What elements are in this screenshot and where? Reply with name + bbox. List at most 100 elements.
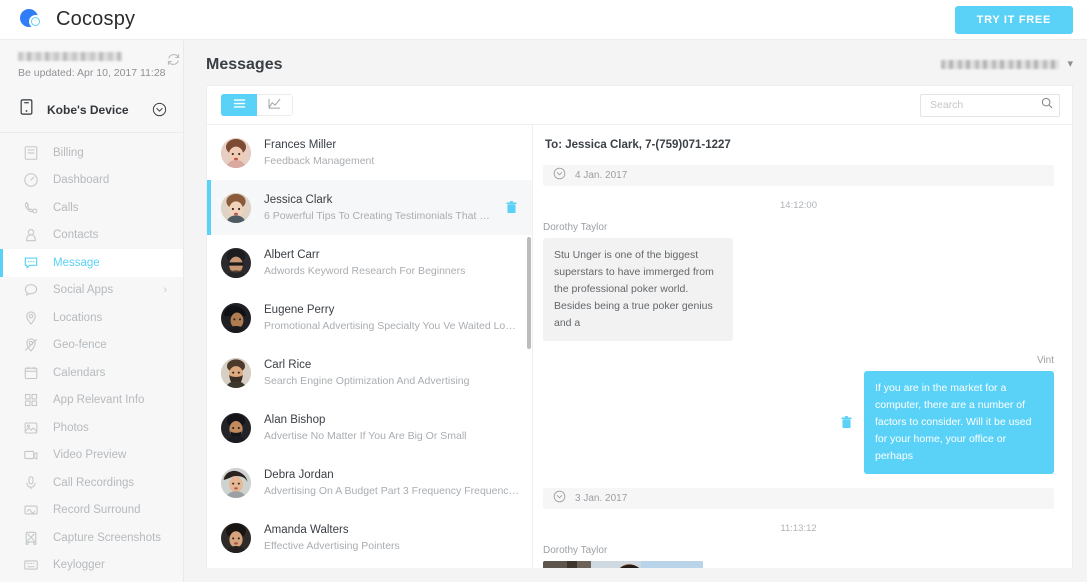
panel-toolbar <box>207 86 1072 124</box>
chevron-right-icon: › <box>163 284 167 297</box>
sidebar-item-calendars[interactable]: Calendars <box>0 359 183 387</box>
avatar <box>221 412 251 443</box>
top-bar: Cocospy TRY IT FREE <box>0 0 1087 40</box>
sidebar-item-message[interactable]: Message <box>0 249 183 277</box>
sidebar-item-locations[interactable]: Locations <box>0 304 183 332</box>
sidebar-item-video-preview[interactable]: Video Preview <box>0 442 183 470</box>
avatar <box>221 357 251 388</box>
thread-snippet: 6 Powerful Tips To Creating Testimonials… <box>264 209 493 222</box>
sidebar-item-geo-fence[interactable]: Geo-fence <box>0 332 183 360</box>
search-box[interactable] <box>920 93 1060 117</box>
list-view-icon <box>233 96 246 114</box>
thread-name: Jessica Clark <box>264 193 333 206</box>
thread-name: Frances Miller <box>264 138 337 151</box>
chevron-down-circle-icon[interactable] <box>553 167 566 185</box>
sidebar-item-keylogger[interactable]: Keylogger <box>0 552 183 580</box>
message-sender: Vint <box>1036 355 1054 366</box>
message-timestamp: 14:12:00 <box>780 200 817 211</box>
sidebar-item-label: Calls <box>53 201 79 214</box>
sidebar-item-label: Dashboard <box>53 174 110 187</box>
sidebar-item-label: Contacts <box>53 229 99 242</box>
thread-snippet: Feedback Management <box>264 154 375 167</box>
table-row[interactable]: Jessica Clark 6 Powerful Tips To Creatin… <box>207 180 532 235</box>
avatar <box>221 522 251 553</box>
message-timestamp: 11:13:12 <box>780 523 817 534</box>
sidebar-item-app-relevant-info[interactable]: App Relevant Info <box>0 387 183 415</box>
message-bubble[interactable]: Stu Unger is one of the biggest supersta… <box>543 238 733 341</box>
table-row[interactable]: Albert Carr Adwords Keyword Research For… <box>207 235 532 290</box>
search-input[interactable] <box>930 99 1037 111</box>
conversation-recipient: To: Jessica Clark, 7-(759)071-1227 <box>545 139 731 151</box>
table-row[interactable]: Amanda Walters Effective Advertising Poi… <box>207 510 532 565</box>
sidebar-item-capture-screenshots[interactable]: Capture Screenshots <box>0 524 183 552</box>
brand-name: Cocospy <box>56 8 136 30</box>
cocospy-logo-icon <box>20 8 46 32</box>
sidebar-item-label: Locations <box>53 311 103 324</box>
sidebar-item-label: Keylogger <box>53 559 105 572</box>
contacts-icon <box>23 227 39 243</box>
message-photo[interactable] <box>543 561 703 568</box>
thread-snippet: Search Engine Optimization And Advertisi… <box>264 374 470 387</box>
calendar-icon <box>23 365 39 381</box>
date-label: 3 Jan. 2017 <box>575 493 628 504</box>
delete-message-icon[interactable] <box>841 416 852 429</box>
chart-view-button[interactable] <box>257 94 293 116</box>
sidebar-item-billing[interactable]: Billing <box>0 139 183 167</box>
thread-snippet: Advertising On A Budget Part 3 Frequency… <box>264 484 520 497</box>
body-wrapper: Be updated: Apr 10, 2017 11:28 Kobe's De… <box>0 40 1087 582</box>
sidebar-item-label: Message <box>53 256 100 269</box>
avatar <box>221 192 251 223</box>
table-row[interactable]: Alan Bishop Advertise No Matter If You A… <box>207 400 532 455</box>
main-content: Messages ▾ Search Frances Miller Feedbac… <box>184 40 1087 582</box>
thread-list-scrollbar[interactable] <box>527 237 531 349</box>
grid-apps-icon <box>23 392 39 408</box>
screenshot-icon <box>23 530 39 546</box>
sidebar-item-label: App Relevant Info <box>53 394 145 407</box>
delete-thread-icon[interactable] <box>506 201 520 214</box>
table-row[interactable]: Frances Miller Feedback Management <box>207 125 532 180</box>
sidebar-item-photos[interactable]: Photos <box>0 414 183 442</box>
table-row[interactable]: Debra Jordan Advertising On A Budget Par… <box>207 455 532 510</box>
sidebar-item-dashboard[interactable]: Dashboard <box>0 167 183 195</box>
message-sender: Dorothy Taylor <box>543 545 608 556</box>
sidebar-item-contacts[interactable]: Contacts <box>0 222 183 250</box>
sidebar-item-label: Geo-fence <box>53 339 107 352</box>
date-separator[interactable]: 4 Jan. 2017 <box>543 165 1054 186</box>
sidebar-item-label: Capture Screenshots <box>53 531 162 544</box>
thread-name: Carl Rice <box>264 358 312 371</box>
sidebar-item-label: Calendars <box>53 366 106 379</box>
account-menu[interactable]: ▾ <box>941 59 1073 70</box>
sidebar-item-label: Social Apps <box>53 284 114 297</box>
refresh-icon[interactable] <box>166 52 181 67</box>
table-row[interactable]: Carl Rice Search Engine Optimization And… <box>207 345 532 400</box>
photo-icon <box>23 420 39 436</box>
thread-name: Amanda Walters <box>264 523 349 536</box>
dashboard-icon <box>23 172 39 188</box>
microphone-icon <box>23 475 39 491</box>
sidebar-item-call-recordings[interactable]: Call Recordings <box>0 469 183 497</box>
try-it-free-button[interactable]: TRY IT FREE <box>954 5 1073 34</box>
list-view-button[interactable] <box>221 94 257 116</box>
main-header: Messages ▾ <box>206 40 1073 85</box>
sidebar-item-label: Record Surround <box>53 504 141 517</box>
thread-name: Debra Jordan <box>264 468 334 481</box>
sidebar-item-social-apps[interactable]: Social Apps › <box>0 277 183 305</box>
sidebar-item-calls[interactable]: Calls <box>0 194 183 222</box>
date-label: 4 Jan. 2017 <box>575 170 628 181</box>
chevron-down-icon: ▾ <box>1067 58 1073 70</box>
message-bubble[interactable]: If you are in the market for a computer,… <box>864 371 1054 474</box>
device-selector[interactable]: Kobe's Device <box>0 89 183 133</box>
panel-body: Frances Miller Feedback Management Jessi… <box>207 124 1072 568</box>
sidebar-item-record-surround[interactable]: Record Surround <box>0 497 183 525</box>
table-row[interactable]: Eugene Perry Promotional Advertising Spe… <box>207 290 532 345</box>
thread-snippet: Effective Advertising Pointers <box>264 539 400 552</box>
location-pin-icon <box>23 310 39 326</box>
brand: Cocospy <box>20 8 135 32</box>
search-icon[interactable] <box>1041 96 1053 114</box>
outgoing-message-block: Vint If you are in the market for a comp… <box>543 355 1054 488</box>
chevron-down-circle-icon[interactable] <box>152 102 167 117</box>
avatar <box>221 137 251 168</box>
date-separator[interactable]: 3 Jan. 2017 <box>543 488 1054 509</box>
chevron-down-circle-icon[interactable] <box>553 490 566 508</box>
geo-fence-icon <box>23 337 39 353</box>
